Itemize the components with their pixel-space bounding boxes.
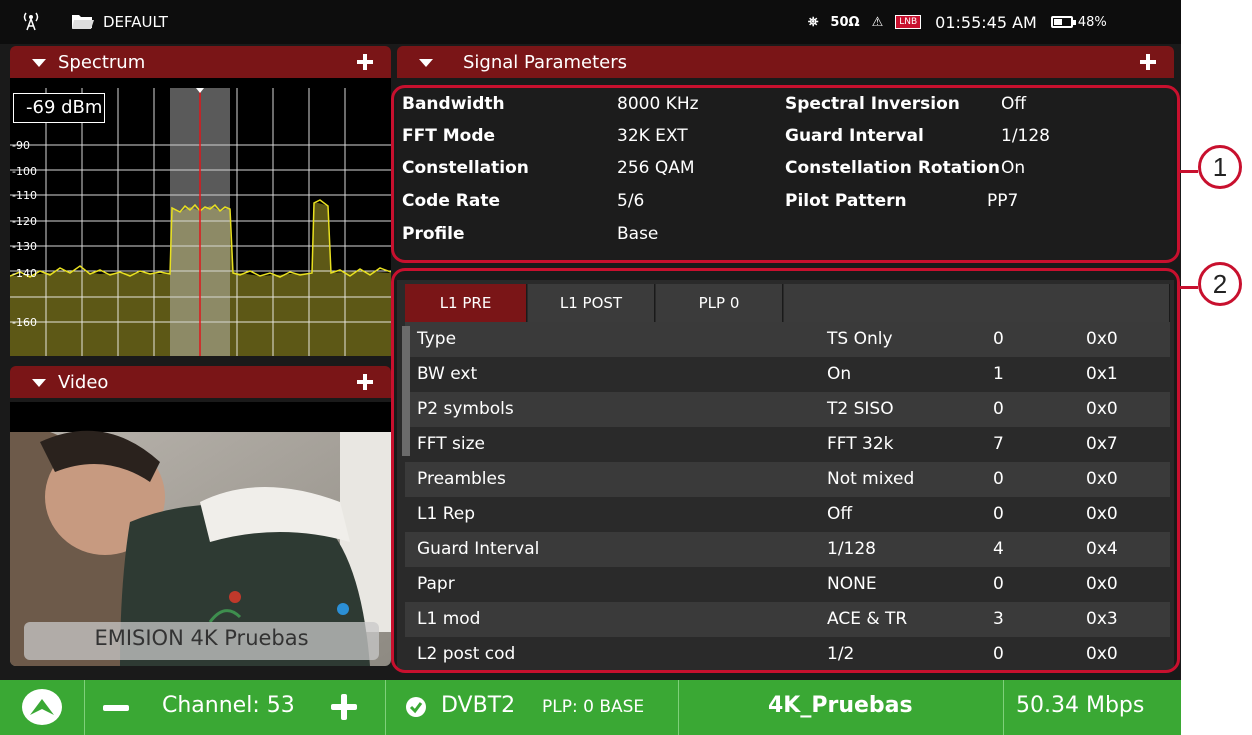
collapse-triangle-icon[interactable] xyxy=(32,59,46,67)
tick-label: -140 xyxy=(12,267,37,280)
satellite-icon: ⛯ xyxy=(808,14,819,30)
callout-frame-1 xyxy=(391,85,1180,263)
service-name[interactable]: 4K_Pruebas xyxy=(768,693,913,718)
channel-logo-icon xyxy=(337,603,349,615)
tick-label: -160 xyxy=(12,316,37,329)
bitrate-readout: 50.34 Mbps xyxy=(1016,693,1145,718)
collapse-triangle-icon[interactable] xyxy=(32,379,46,387)
channel-down-button[interactable] xyxy=(103,705,129,711)
battery-level xyxy=(1053,19,1062,25)
spectrum-plot[interactable]: -69 dBm -90 -100 -110 -120 -130 -140 -16… xyxy=(10,78,391,356)
impedance-readout: 50Ω xyxy=(830,14,860,30)
profile-name[interactable]: DEFAULT xyxy=(103,13,168,31)
video-title: Video xyxy=(58,372,109,393)
warning-icon: ⚠ xyxy=(871,14,884,30)
callout-frame-2 xyxy=(391,268,1180,673)
video-panel-header[interactable]: Video xyxy=(10,366,391,398)
battery-icon xyxy=(1050,16,1076,28)
add-icon[interactable] xyxy=(1140,54,1156,70)
callout-number-2: 2 xyxy=(1198,262,1242,306)
standard-label: DVBT2 xyxy=(441,693,516,718)
status-bar: DEFAULT ⛯ 50Ω ⚠ LNB 01:55:45 AM 48% xyxy=(0,0,1181,44)
callout-connector xyxy=(1180,286,1198,289)
app-logo-icon[interactable] xyxy=(22,689,62,725)
plp-label: PLP: 0 BASE xyxy=(542,697,645,717)
add-icon[interactable] xyxy=(357,54,373,70)
bottom-status-bar: Channel: 53 DVBT2 PLP: 0 BASE 4K_Pruebas… xyxy=(0,680,1181,735)
clock: 01:55:45 AM xyxy=(935,12,1037,32)
tick-label: -90 xyxy=(12,139,30,152)
video-caption: EMISION 4K Pruebas xyxy=(24,622,379,660)
folder-icon[interactable] xyxy=(72,13,94,30)
separator xyxy=(84,680,85,735)
tick-label: -120 xyxy=(12,215,37,228)
channel-label[interactable]: Channel: 53 xyxy=(162,693,295,718)
marker-level-readout: -69 dBm xyxy=(13,93,105,123)
channel-up-button[interactable] xyxy=(331,694,357,720)
callout-connector xyxy=(1180,170,1198,173)
lnb-icon: LNB xyxy=(895,15,922,29)
antenna-icon xyxy=(23,12,39,31)
spectrum-title: Spectrum xyxy=(58,52,146,73)
separator xyxy=(678,680,679,735)
add-icon[interactable] xyxy=(357,374,373,390)
separator xyxy=(385,680,386,735)
signal-parameters-title: Signal Parameters xyxy=(463,52,628,73)
collapse-triangle-icon[interactable] xyxy=(419,59,433,67)
callout-number-1: 1 xyxy=(1198,145,1242,189)
lock-check-icon xyxy=(406,697,426,717)
tick-label: -130 xyxy=(12,240,37,253)
spectrum-panel-header[interactable]: Spectrum xyxy=(10,46,391,78)
battery-percent: 48% xyxy=(1077,14,1107,30)
tick-label: -100 xyxy=(12,165,37,178)
video-preview[interactable]: EMISION 4K Pruebas xyxy=(10,402,391,666)
separator xyxy=(1003,680,1004,735)
signal-parameters-header[interactable]: Signal Parameters xyxy=(397,46,1174,78)
tick-label: -110 xyxy=(12,189,37,202)
